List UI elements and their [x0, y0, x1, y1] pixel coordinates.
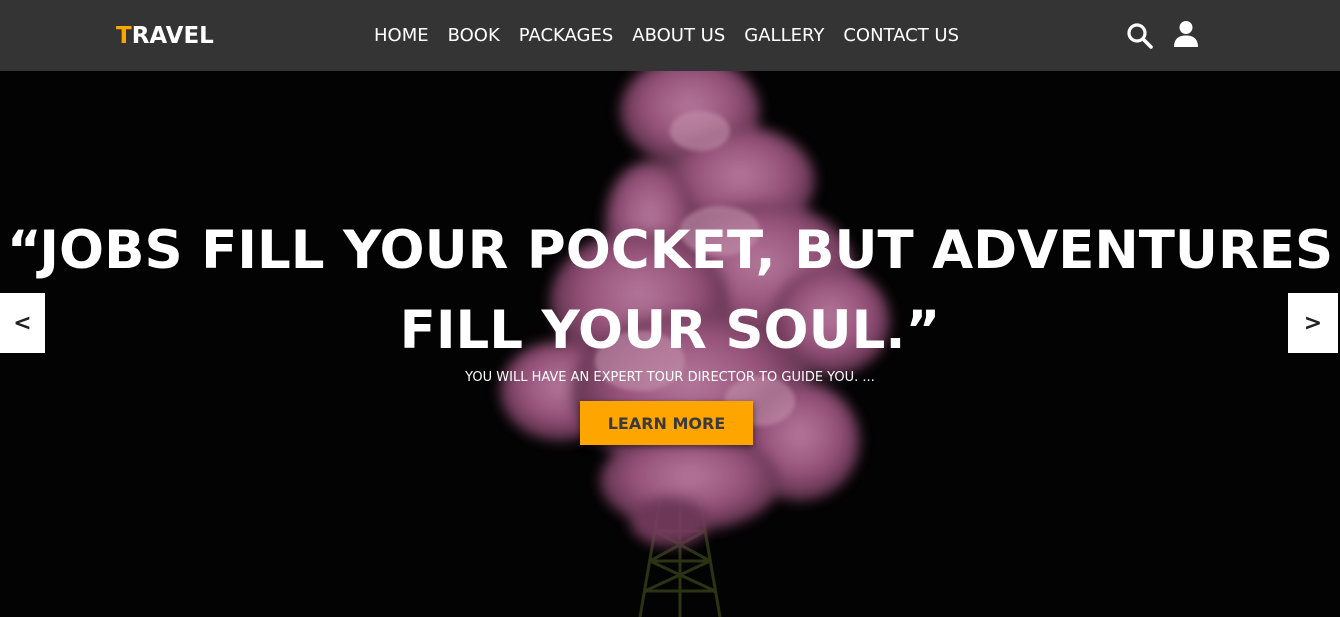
hero-quote-line2: FILL YOUR SOUL.”	[399, 300, 941, 361]
nav-about-us[interactable]: ABOUT US	[632, 24, 725, 48]
hero-subtitle: YOU WILL HAVE AN EXPERT TOUR DIRECTOR TO…	[465, 370, 875, 385]
hero-quote-line1: “JOBS FILL YOUR POCKET, BUT ADVENTURES	[6, 220, 1334, 281]
nav-contact-us[interactable]: CONTACT US	[843, 24, 959, 48]
logo-initial: T	[116, 23, 132, 49]
prev-slide-button[interactable]: <	[0, 293, 45, 353]
nav-gallery[interactable]: GALLERY	[744, 24, 824, 48]
page: TRAVEL HOME BOOK PACKAGES ABOUT US GALLE…	[0, 0, 1340, 617]
next-slide-button[interactable]: >	[1288, 293, 1338, 353]
user-icon[interactable]	[1173, 20, 1199, 48]
logo-text: RAVEL	[131, 23, 214, 49]
search-icon[interactable]	[1126, 22, 1154, 50]
main-nav: HOME BOOK PACKAGES ABOUT US GALLERY CONT…	[374, 24, 959, 48]
logo[interactable]: TRAVEL	[116, 22, 214, 50]
nav-packages[interactable]: PACKAGES	[519, 24, 614, 48]
nav-book[interactable]: BOOK	[448, 24, 500, 48]
hero-quote: “JOBS FILL YOUR POCKET, BUT ADVENTURES F…	[0, 211, 1340, 371]
learn-more-button[interactable]: LEARN MORE	[580, 401, 753, 445]
site-header: TRAVEL HOME BOOK PACKAGES ABOUT US GALLE…	[0, 0, 1340, 71]
hero-slider: “JOBS FILL YOUR POCKET, BUT ADVENTURES F…	[0, 71, 1340, 617]
nav-home[interactable]: HOME	[374, 24, 429, 48]
